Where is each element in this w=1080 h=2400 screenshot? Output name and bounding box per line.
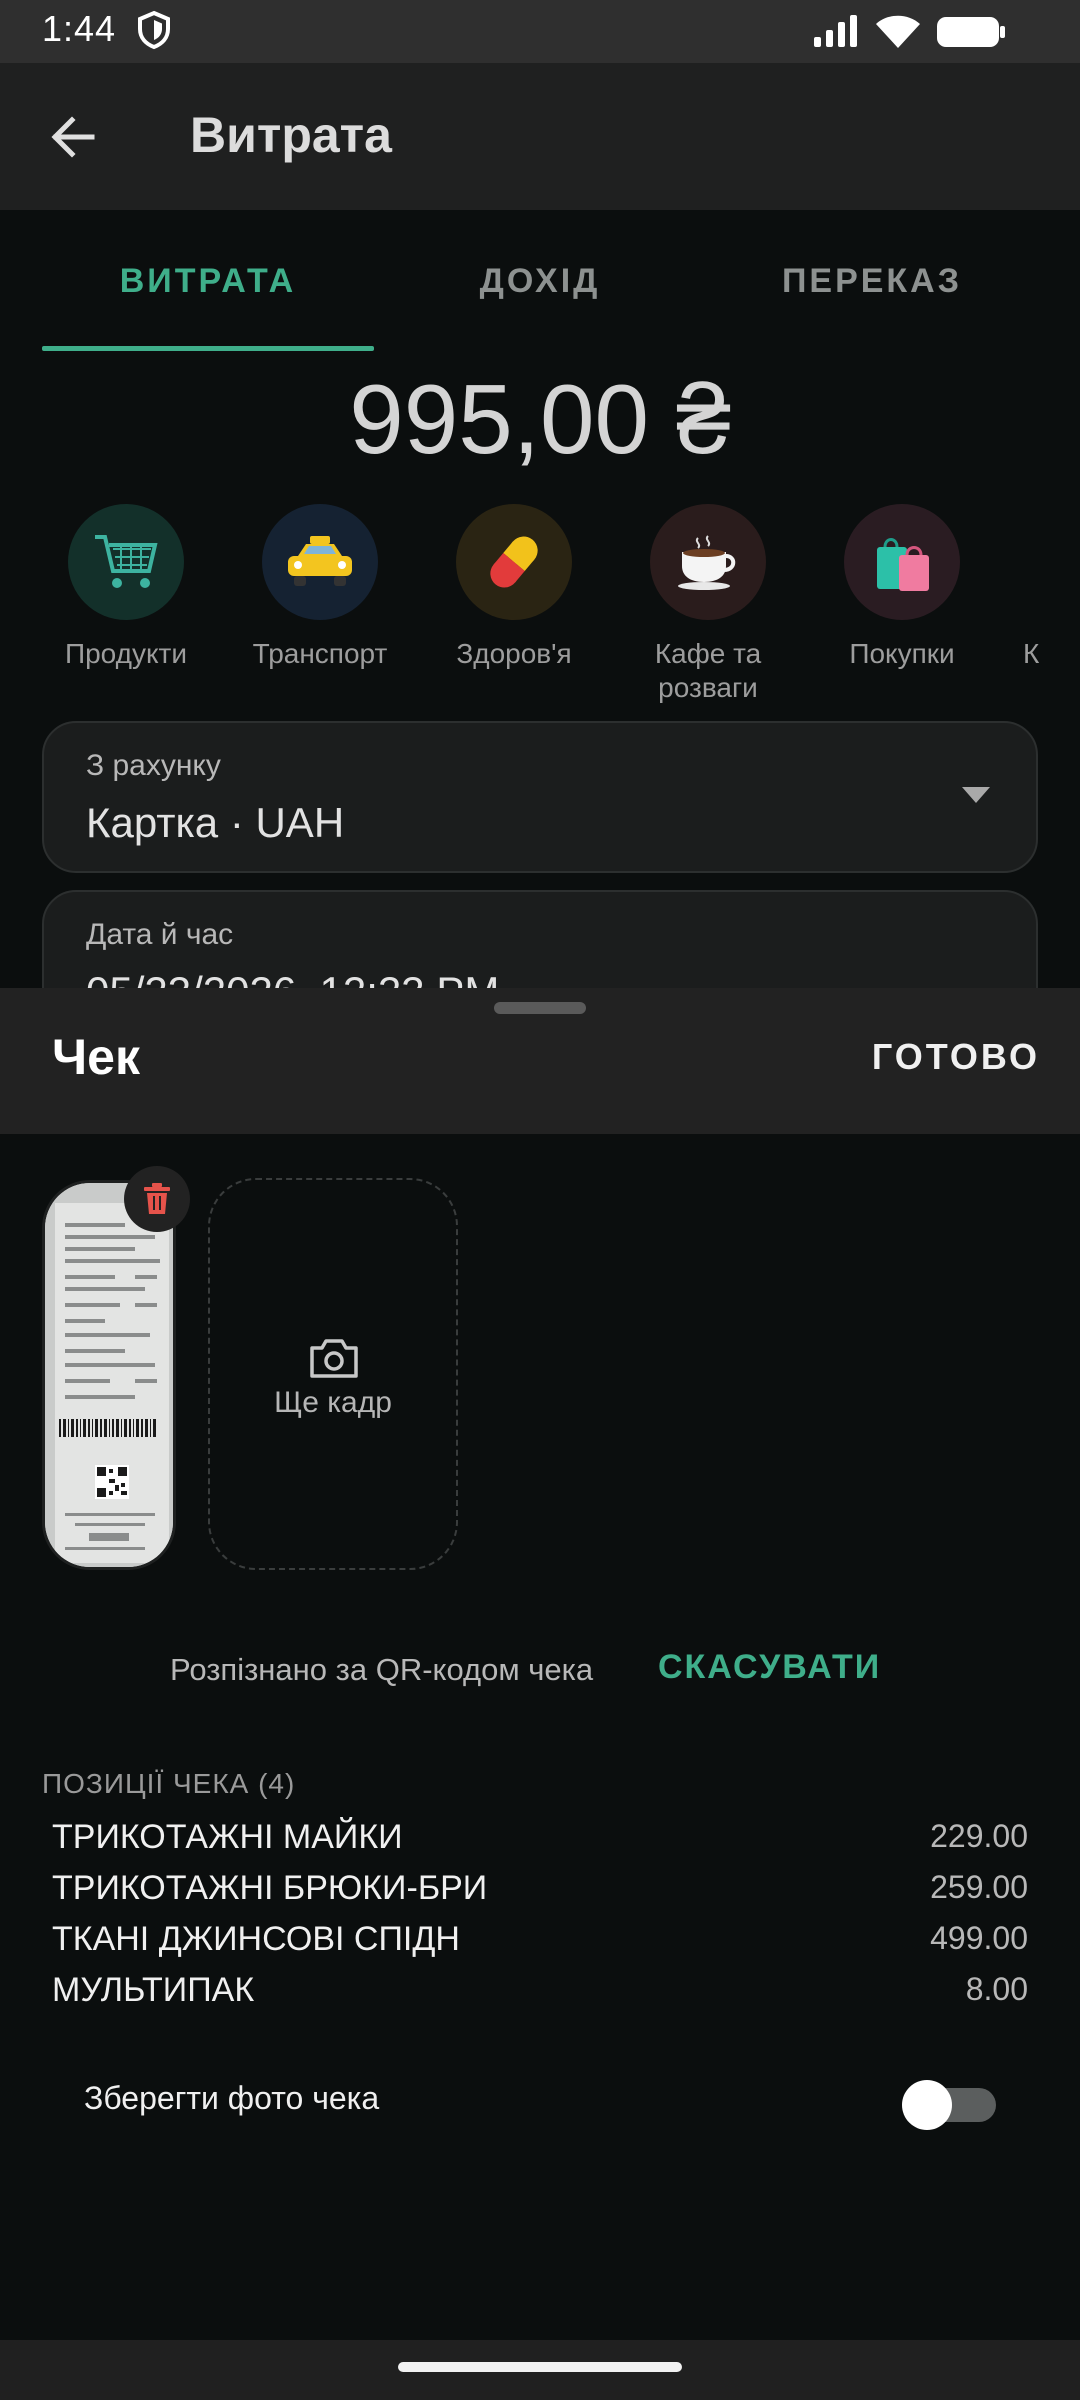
category-label: Продукти: [64, 638, 188, 669]
home-indicator[interactable]: [398, 2362, 682, 2372]
back-arrow-icon[interactable]: [40, 103, 108, 171]
receipt-item-row: ТРИКОТАЖНІ БРЮКИ-БРИ 259.00: [52, 1869, 1028, 1919]
delete-photo-button[interactable]: [124, 1166, 190, 1232]
signal-icon: [814, 15, 857, 47]
shield-icon: [138, 10, 170, 50]
drag-handle[interactable]: [494, 1002, 586, 1014]
date-field-label: Дата й час: [86, 918, 234, 951]
account-field-value: Картка · UAH: [86, 799, 345, 846]
app-bar: Витрата: [0, 63, 1080, 210]
tab-income[interactable]: ДОХІД: [374, 210, 706, 352]
receipt-item-price: 499.00: [930, 1920, 1028, 1956]
save-photo-toggle[interactable]: [902, 2076, 998, 2130]
category-transport[interactable]: Транспорт: [225, 504, 415, 671]
category-label: Кафе та розваги: [654, 638, 762, 703]
category-label: Здоров'я: [456, 638, 572, 669]
receipt-photo-thumbnail[interactable]: [42, 1180, 176, 1570]
category-cafe[interactable]: Кафе та розваги: [613, 504, 803, 705]
tab-indicator: [42, 346, 374, 351]
battery-icon: [937, 17, 1005, 47]
amount-display[interactable]: 995,00 ₴: [0, 363, 1080, 476]
wifi-icon: [876, 15, 920, 48]
receipt-item-row: ТРИКОТАЖНІ МАЙКИ 229.00: [52, 1818, 1028, 1868]
type-tabs: ВИТРАТА ДОХІД ПЕРЕКАЗ: [0, 210, 1080, 352]
toggle-thumb: [902, 2080, 952, 2130]
status-bar: 1:44: [0, 0, 1080, 63]
sheet-title: Чек: [52, 1029, 140, 1085]
tab-transfer[interactable]: ПЕРЕКАЗ: [706, 210, 1038, 352]
taxi-icon: [262, 504, 378, 620]
category-label: Покупки: [849, 638, 955, 669]
pill-icon: [456, 504, 572, 620]
done-button[interactable]: ГОТОВО: [872, 1036, 1040, 1078]
receipt-item-price: 8.00: [965, 1971, 1028, 2007]
save-photo-label: Зберегти фото чека: [84, 2080, 380, 2116]
account-select[interactable]: З рахунку Картка · UAH: [42, 721, 1038, 873]
cancel-recognition-button[interactable]: СКАСУВАТИ: [658, 1648, 881, 1687]
receipt-item-name: ТРИКОТАЖНІ МАЙКИ: [52, 1818, 403, 1856]
trash-icon: [144, 1183, 170, 1214]
receipt-item-row: ТКАНІ ДЖИНСОВІ СПІДН 499.00: [52, 1920, 1028, 1970]
category-label: Транспорт: [252, 638, 388, 669]
receipt-item-name: МУЛЬТИПАК: [52, 1971, 255, 2009]
category-more[interactable]: К: [1001, 504, 1080, 671]
receipt-item-row: МУЛЬТИПАК 8.00: [52, 1971, 1028, 2021]
category-health[interactable]: Здоров'я: [419, 504, 609, 671]
shopping-bags-icon: [844, 504, 960, 620]
receipt-items-header: ПОЗИЦІЇ ЧЕКА (4): [42, 1768, 296, 1799]
dropdown-arrow-icon: [962, 787, 990, 803]
shopping-cart-icon: [68, 504, 184, 620]
category-shopping[interactable]: Покупки: [807, 504, 997, 671]
receipt-item-price: 229.00: [930, 1818, 1028, 1854]
system-nav-bar: [0, 2340, 1080, 2400]
add-photo-label: Ще кадр: [274, 1386, 392, 1419]
category-label: К: [1023, 638, 1040, 669]
recognition-status: Розпізнано за QR-кодом чека: [170, 1652, 594, 1687]
receipt-item-price: 259.00: [930, 1869, 1028, 1905]
status-time: 1:44: [42, 8, 117, 49]
camera-icon: [310, 1339, 358, 1378]
coffee-icon: [650, 504, 766, 620]
page-title: Витрата: [190, 107, 392, 163]
receipt-sheet-header: Чек ГОТОВО: [0, 988, 1080, 1134]
receipt-item-name: ТКАНІ ДЖИНСОВІ СПІДН: [52, 1920, 460, 1958]
category-products[interactable]: Продукти: [31, 504, 221, 671]
receipt-item-name: ТРИКОТАЖНІ БРЮКИ-БРИ: [52, 1869, 488, 1907]
add-photo-button[interactable]: Ще кадр: [208, 1178, 458, 1570]
account-field-label: З рахунку: [86, 749, 221, 782]
tab-expense[interactable]: ВИТРАТА: [42, 210, 374, 352]
